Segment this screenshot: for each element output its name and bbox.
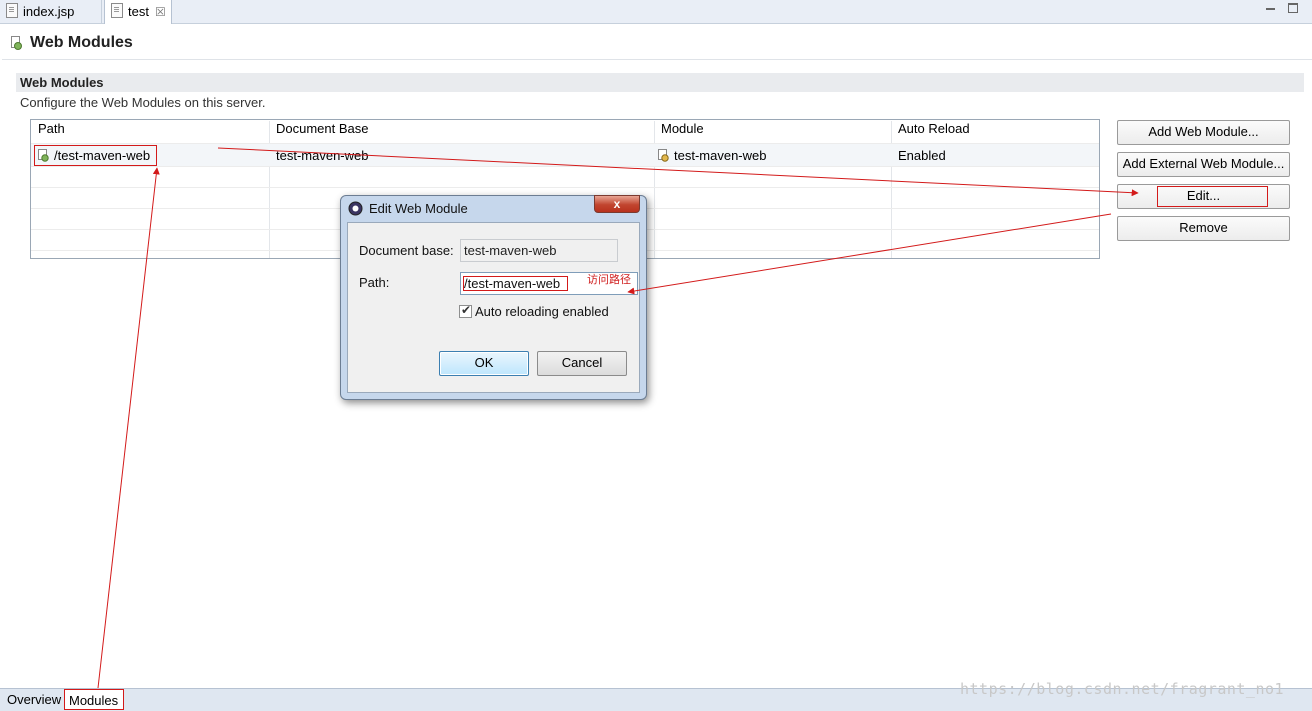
tab-overview[interactable]: Overview bbox=[7, 692, 61, 707]
tab-index-jsp[interactable]: index.jsp bbox=[0, 0, 102, 23]
annotation-path-value-box bbox=[463, 276, 568, 291]
web-project-icon bbox=[658, 149, 669, 162]
annotation-access-path: 访问路径 bbox=[587, 274, 631, 286]
remove-button[interactable]: Remove bbox=[1117, 216, 1290, 241]
row-divider bbox=[31, 187, 1099, 188]
checkmark-icon: ✔ bbox=[461, 303, 472, 317]
tab-test-label: test bbox=[128, 4, 149, 19]
annotation-edit-box bbox=[1157, 186, 1268, 207]
document-base-label: Document base: bbox=[359, 243, 454, 258]
cell-document-base: test-maven-web bbox=[276, 148, 369, 163]
cell-auto-reload: Enabled bbox=[898, 148, 946, 163]
tab-modules[interactable]: Modules bbox=[64, 689, 124, 710]
annotation-path-box bbox=[34, 145, 157, 166]
cancel-button[interactable]: Cancel bbox=[537, 351, 627, 376]
header-divider bbox=[2, 59, 1312, 60]
minimize-icon[interactable] bbox=[1266, 3, 1276, 13]
column-header-document-base[interactable]: Document Base bbox=[269, 121, 655, 141]
maximize-icon[interactable] bbox=[1288, 3, 1298, 13]
auto-reload-label[interactable]: Auto reloading enabled bbox=[475, 304, 609, 319]
column-header-auto-reload[interactable]: Auto Reload bbox=[891, 121, 1099, 141]
column-header-path[interactable]: Path bbox=[31, 121, 269, 141]
close-icon[interactable]: ☒ bbox=[155, 5, 166, 19]
dialog-close-button[interactable]: x bbox=[594, 195, 640, 213]
path-label: Path: bbox=[359, 275, 390, 290]
section-title: Web Modules bbox=[20, 75, 104, 90]
jsp-file-icon bbox=[6, 3, 18, 18]
web-module-icon bbox=[11, 36, 22, 50]
tab-index-label: index.jsp bbox=[23, 4, 75, 19]
tab-test[interactable]: test ☒ bbox=[104, 0, 172, 24]
column-header-module[interactable]: Module bbox=[654, 121, 892, 141]
column-divider bbox=[891, 121, 892, 258]
eclipse-icon bbox=[348, 201, 363, 216]
column-divider bbox=[269, 121, 270, 258]
ok-button[interactable]: OK bbox=[439, 351, 529, 376]
page-title: Web Modules bbox=[30, 34, 133, 51]
server-config-icon bbox=[111, 3, 123, 18]
dialog-title: Edit Web Module bbox=[369, 201, 468, 216]
cell-module: test-maven-web bbox=[658, 148, 766, 163]
editor-tab-bar bbox=[0, 0, 1312, 24]
section-header bbox=[16, 73, 1304, 92]
column-divider bbox=[654, 121, 655, 258]
add-external-web-module-button[interactable]: Add External Web Module... bbox=[1117, 152, 1290, 177]
document-base-field[interactable]: test-maven-web bbox=[460, 239, 618, 262]
add-web-module-button[interactable]: Add Web Module... bbox=[1117, 120, 1290, 145]
watermark: https://blog.csdn.net/fragrant_no1 bbox=[960, 680, 1285, 698]
cell-module-text: test-maven-web bbox=[674, 148, 767, 163]
section-description: Configure the Web Modules on this server… bbox=[20, 95, 266, 110]
row-divider bbox=[31, 166, 1099, 167]
